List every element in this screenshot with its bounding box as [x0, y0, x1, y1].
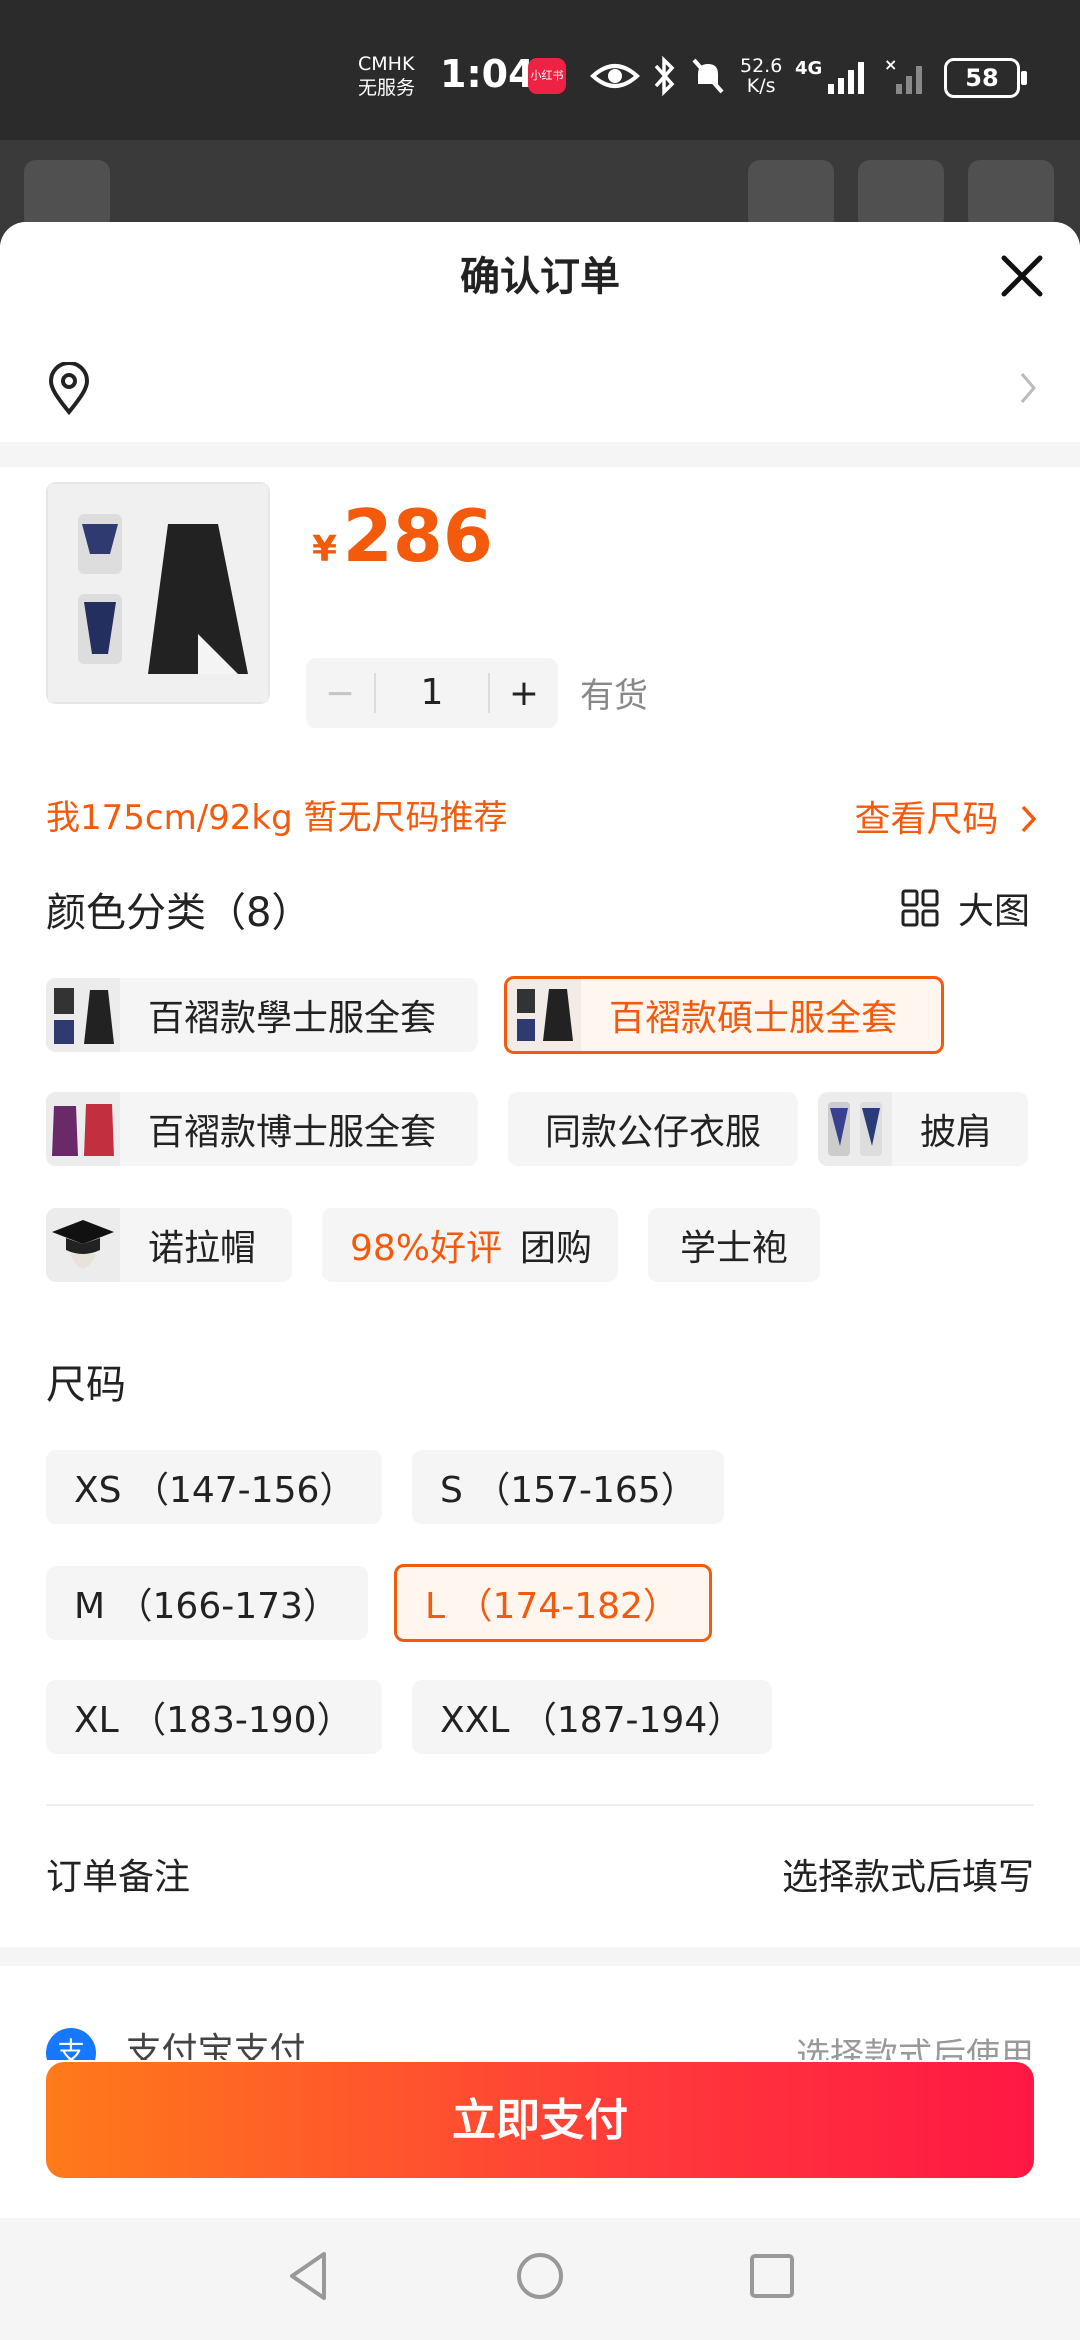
size-option-xs[interactable]: XS （147-156）: [46, 1450, 382, 1524]
rating-badge: 98%好评: [350, 1228, 503, 1269]
gown-thumbnail-icon: [54, 988, 114, 1044]
carrier-name: CMHK: [358, 53, 415, 75]
product-thumbnail[interactable]: [46, 482, 270, 704]
share-button-dimmed: [748, 160, 834, 230]
size-option-label: M （166-173）: [74, 1586, 339, 1627]
stock-status: 有货: [580, 676, 648, 716]
navigation-bar: [0, 2218, 1080, 2340]
order-confirm-sheet: 确认订单 ¥ 286 − 1 + 有货 我175cm/92kg 暂无尺码推荐 查…: [0, 222, 1080, 2340]
color-option-label: 同款公仔衣服: [544, 1112, 761, 1153]
shawl-thumbnail: [818, 1092, 892, 1166]
address-row[interactable]: [0, 332, 1080, 442]
color-option-shawl[interactable]: 披肩: [818, 1092, 1028, 1166]
eye-icon: [590, 64, 640, 88]
app-notification-badge: 小红书: [528, 58, 566, 94]
more-button-dimmed: [968, 160, 1054, 230]
gown-thumbnail-icon: [517, 989, 573, 1041]
big-view-label: 大图: [957, 891, 1030, 932]
color-option-doctor-set[interactable]: 百褶款博士服全套: [46, 1092, 478, 1166]
chevron-right-icon: [1020, 373, 1036, 403]
currency-symbol: ¥: [312, 529, 338, 570]
quantity-value[interactable]: 1: [374, 673, 490, 713]
clock: 1:04: [440, 52, 535, 96]
color-option-master-set[interactable]: 百褶款碩士服全套: [504, 976, 944, 1054]
color-option-label: 百褶款博士服全套: [148, 1112, 437, 1153]
carrier: CMHK 无服务: [358, 52, 438, 100]
carrier-status: 无服务: [358, 77, 416, 99]
size-option-xxl[interactable]: XXL （187-194）: [412, 1680, 772, 1754]
chevron-right-icon: [1021, 805, 1037, 833]
network-type: 4G: [795, 58, 823, 79]
size-option-label: L （174-182）: [425, 1586, 679, 1627]
size-section-title: 尺码: [46, 1362, 126, 1408]
cart-button-dimmed: [858, 160, 944, 230]
home-nav-icon[interactable]: [514, 2250, 566, 2302]
signal-icon: [828, 62, 864, 94]
net-speed-unit: K/s: [746, 75, 776, 97]
view-size-chart-label: 查看尺码: [854, 799, 999, 840]
bell-muted-icon: [692, 58, 724, 94]
pay-now-button[interactable]: 立即支付: [46, 2062, 1034, 2178]
color-option-label: 学士袍: [679, 1228, 788, 1269]
color-option-label: 团购: [520, 1228, 593, 1269]
gown-thumbnail-icon: [52, 1104, 114, 1156]
status-bar: CMHK 无服务 1:04 小红书 × 52.6 K/s 4G 58: [0, 0, 1080, 140]
order-note-value[interactable]: 选择款式后填写: [782, 1848, 1034, 1900]
increase-button[interactable]: +: [490, 673, 558, 714]
close-icon[interactable]: [994, 248, 1050, 304]
color-option-mortarboard[interactable]: 诺拉帽: [46, 1208, 292, 1282]
graduation-gown-image: [48, 484, 268, 702]
size-option-label: S （157-165）: [440, 1470, 697, 1511]
color-option-bachelor-set[interactable]: 百褶款學士服全套: [46, 978, 478, 1052]
order-note-label: 订单备注: [46, 1857, 191, 1898]
color-option-label: 披肩: [920, 1112, 993, 1153]
grid-icon: [901, 889, 939, 927]
doctor-set-thumbnail: [46, 1092, 120, 1166]
price-value: 286: [342, 494, 493, 578]
view-size-chart-link[interactable]: 查看尺码: [855, 790, 1040, 842]
size-option-label: XXL （187-194）: [440, 1700, 744, 1741]
color-option-group-buy[interactable]: 98%好评 团购: [322, 1208, 618, 1282]
signal-2-icon: ×: [884, 56, 922, 94]
net-speed: 52.6 K/s: [740, 56, 782, 96]
battery-indicator: 58: [944, 58, 1027, 98]
recents-nav-icon[interactable]: [748, 2252, 796, 2300]
bluetooth-icon: [654, 56, 675, 96]
location-pin-icon: [48, 362, 90, 416]
size-option-xl[interactable]: XL （183-190）: [46, 1680, 382, 1754]
size-option-s[interactable]: S （157-165）: [412, 1450, 724, 1524]
quantity-stepper: − 1 +: [306, 658, 558, 728]
section-divider: [46, 1804, 1034, 1806]
color-option-label: 百褶款碩士服全套: [609, 998, 898, 1039]
decrease-button[interactable]: −: [306, 673, 374, 714]
shawl-thumbnail-icon: [828, 1102, 882, 1156]
size-recommendation: 我175cm/92kg 暂无尺码推荐: [46, 798, 508, 838]
size-option-label: XS （147-156）: [74, 1470, 356, 1511]
size-option-l[interactable]: L （174-182）: [394, 1564, 712, 1642]
mortarboard-thumbnail: [46, 1208, 120, 1282]
graduation-cap-icon: [52, 1220, 114, 1268]
back-nav-icon[interactable]: [286, 2250, 330, 2302]
big-view-toggle[interactable]: 大图: [900, 882, 1030, 934]
svg-text:×: ×: [884, 56, 897, 74]
back-button-dimmed: [24, 160, 110, 230]
background-page: [0, 140, 1080, 230]
net-speed-value: 52.6: [740, 55, 783, 77]
color-option-label: 诺拉帽: [148, 1228, 257, 1269]
product-price: ¥ 286: [312, 494, 493, 578]
color-option-bachelor-gown[interactable]: 学士袍: [648, 1208, 820, 1282]
color-section-title: 颜色分类（8）: [46, 890, 312, 936]
bachelor-set-thumbnail: [46, 978, 120, 1052]
color-option-label: 百褶款學士服全套: [148, 998, 437, 1039]
size-option-label: XL （183-190）: [74, 1700, 353, 1741]
size-option-m[interactable]: M （166-173）: [46, 1566, 368, 1640]
color-option-doll-clothes[interactable]: 同款公仔衣服: [508, 1092, 798, 1166]
sheet-title: 确认订单: [0, 222, 1080, 332]
master-set-thumbnail: [507, 979, 581, 1051]
